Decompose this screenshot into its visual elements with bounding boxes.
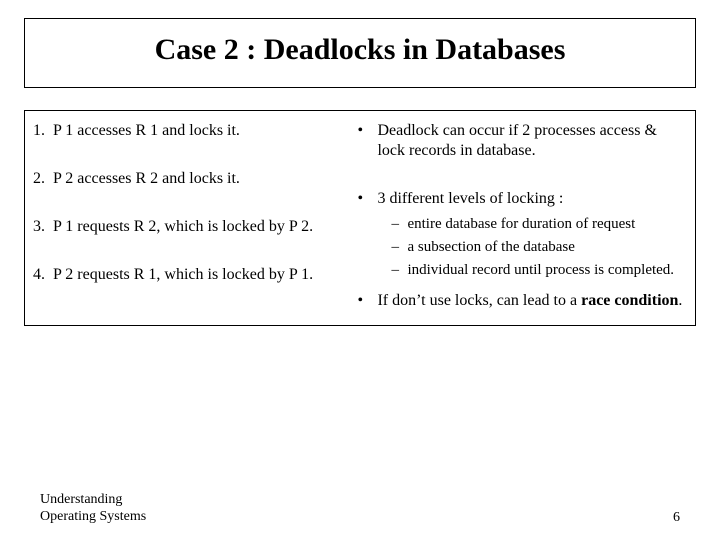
text-bold: race condition bbox=[581, 292, 678, 309]
text-fragment: . bbox=[678, 292, 682, 309]
sub-text: individual record until process is compl… bbox=[407, 261, 687, 280]
item-number: 3. bbox=[33, 217, 53, 237]
content-box: 1. P 1 accesses R 1 and locks it. 2. P 2… bbox=[24, 110, 696, 326]
item-text: P 2 accesses R 2 and locks it. bbox=[53, 169, 347, 189]
list-item: 4. P 2 requests R 1, which is locked by … bbox=[33, 265, 347, 285]
dash-icon: – bbox=[391, 261, 407, 280]
footer-line1: Understanding bbox=[40, 492, 146, 509]
left-column: 1. P 1 accesses R 1 and locks it. 2. P 2… bbox=[33, 121, 353, 311]
bullet-item: • 3 different levels of locking : bbox=[355, 189, 687, 209]
slide-title: Case 2 : Deadlocks in Databases bbox=[35, 33, 685, 67]
list-item: 3. P 1 requests R 2, which is locked by … bbox=[33, 217, 347, 237]
text-fragment: If don’t use locks, can lead to a bbox=[377, 292, 581, 309]
item-text: P 2 requests R 1, which is locked by P 1… bbox=[53, 265, 347, 285]
item-text: P 1 requests R 2, which is locked by P 2… bbox=[53, 217, 347, 237]
bullet-text: 3 different levels of locking : bbox=[377, 189, 687, 209]
sub-item: – individual record until process is com… bbox=[391, 261, 687, 280]
list-item: 1. P 1 accesses R 1 and locks it. bbox=[33, 121, 347, 141]
right-column: • Deadlock can occur if 2 processes acce… bbox=[353, 121, 687, 311]
item-text: P 1 accesses R 1 and locks it. bbox=[53, 121, 347, 141]
sub-item: – entire database for duration of reques… bbox=[391, 215, 687, 234]
bullet-icon: • bbox=[355, 291, 377, 311]
dash-icon: – bbox=[391, 238, 407, 257]
item-number: 4. bbox=[33, 265, 53, 285]
item-number: 1. bbox=[33, 121, 53, 141]
footer: Understanding Operating Systems 6 bbox=[40, 492, 680, 526]
footer-line2: Operating Systems bbox=[40, 509, 146, 526]
title-box: Case 2 : Deadlocks in Databases bbox=[24, 18, 696, 88]
item-number: 2. bbox=[33, 169, 53, 189]
sub-list: – entire database for duration of reques… bbox=[391, 215, 687, 279]
bullet-icon: • bbox=[355, 189, 377, 209]
sub-text: entire database for duration of request bbox=[407, 215, 687, 234]
footer-left: Understanding Operating Systems bbox=[40, 492, 146, 526]
bullet-item: • Deadlock can occur if 2 processes acce… bbox=[355, 121, 687, 161]
sub-text: a subsection of the database bbox=[407, 238, 687, 257]
dash-icon: – bbox=[391, 215, 407, 234]
bullet-icon: • bbox=[355, 121, 377, 161]
page-number: 6 bbox=[673, 510, 680, 526]
bullet-text: Deadlock can occur if 2 processes access… bbox=[377, 121, 687, 161]
bullet-item: • If don’t use locks, can lead to a race… bbox=[355, 291, 687, 311]
bullet-text: If don’t use locks, can lead to a race c… bbox=[377, 291, 687, 311]
sub-item: – a subsection of the database bbox=[391, 238, 687, 257]
list-item: 2. P 2 accesses R 2 and locks it. bbox=[33, 169, 347, 189]
